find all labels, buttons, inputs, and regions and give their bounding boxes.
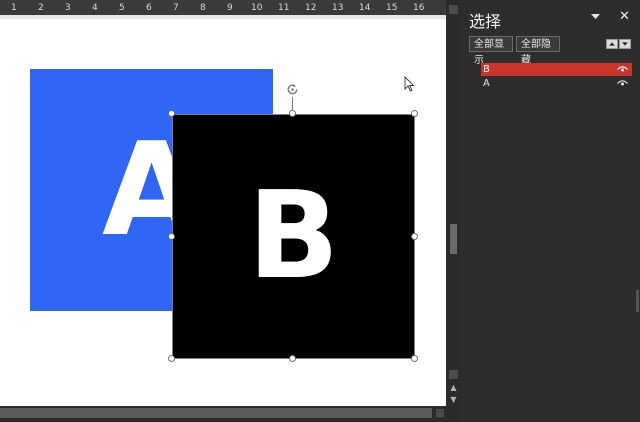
horizontal-scrollbar[interactable] <box>0 406 446 422</box>
pane-title: 选择 <box>469 12 502 31</box>
selection-item-label: B <box>483 64 490 75</box>
horizontal-scroll-thumb[interactable] <box>0 408 432 418</box>
ruler-label: 10 <box>251 3 263 13</box>
resize-handle-right[interactable] <box>411 233 418 240</box>
ruler-label: 2 <box>38 3 44 13</box>
ruler-label: 7 <box>173 3 179 13</box>
ruler-label: 16 <box>413 3 425 13</box>
hide-all-button[interactable]: 全部隐藏 <box>516 36 560 66</box>
ruler-label: 12 <box>305 3 317 13</box>
scroll-thumb[interactable] <box>450 224 457 254</box>
selection-item-label: A <box>483 78 490 89</box>
selection-item-a[interactable]: A <box>481 77 632 90</box>
resize-handle-bottom-left[interactable] <box>168 355 175 362</box>
show-all-button[interactable]: 全部显示 <box>469 36 513 66</box>
visibility-eye-icon[interactable] <box>617 66 628 73</box>
mouse-cursor-icon <box>404 76 415 92</box>
pane-options-icon[interactable] <box>591 13 600 20</box>
ruler-label: 4 <box>92 3 98 13</box>
resize-handle-top-right[interactable] <box>411 110 418 117</box>
scroll-down-button[interactable] <box>449 370 458 379</box>
next-slide-icon[interactable]: ▼ <box>448 395 459 404</box>
bring-forward-icon[interactable] <box>606 39 618 49</box>
scroll-up-button[interactable] <box>449 5 458 14</box>
selection-item-b[interactable]: B <box>481 63 632 76</box>
ruler-label: 14 <box>359 3 371 13</box>
horizontal-ruler: 1 2 3 4 5 6 7 8 9 10 11 12 13 14 15 16 <box>0 0 446 19</box>
ruler-label: 9 <box>227 3 233 13</box>
resize-handle-bottom[interactable] <box>289 355 296 362</box>
pane-resize-grip[interactable] <box>636 290 639 312</box>
selection-pane: 选择 ✕ 全部显示 全部隐藏 B A <box>461 0 640 422</box>
shape-b[interactable]: B <box>172 114 415 359</box>
ruler-label: 8 <box>200 3 206 13</box>
resize-handle-bottom-right[interactable] <box>411 355 418 362</box>
resize-handle-top-left[interactable] <box>168 110 175 117</box>
close-icon[interactable]: ✕ <box>619 9 630 24</box>
ruler-label: 5 <box>119 3 125 13</box>
ruler-label: 6 <box>146 3 152 13</box>
visibility-eye-icon[interactable] <box>617 80 628 87</box>
vertical-scrollbar[interactable]: ▲ ▼ <box>446 0 461 422</box>
scroll-right-button[interactable] <box>436 409 444 417</box>
ruler-label: 1 <box>11 3 17 13</box>
ruler-label: 3 <box>65 3 71 13</box>
send-backward-icon[interactable] <box>619 39 631 49</box>
resize-handle-left[interactable] <box>168 233 175 240</box>
slide-canvas[interactable]: A B <box>0 19 446 406</box>
resize-handle-top[interactable] <box>289 110 296 117</box>
ruler-label: 15 <box>386 3 398 13</box>
previous-slide-icon[interactable]: ▲ <box>448 383 459 392</box>
ruler-label: 13 <box>332 3 344 13</box>
rotate-handle-icon[interactable] <box>285 82 300 97</box>
ruler-label: 11 <box>278 3 290 13</box>
shape-b-label: B <box>247 167 340 306</box>
